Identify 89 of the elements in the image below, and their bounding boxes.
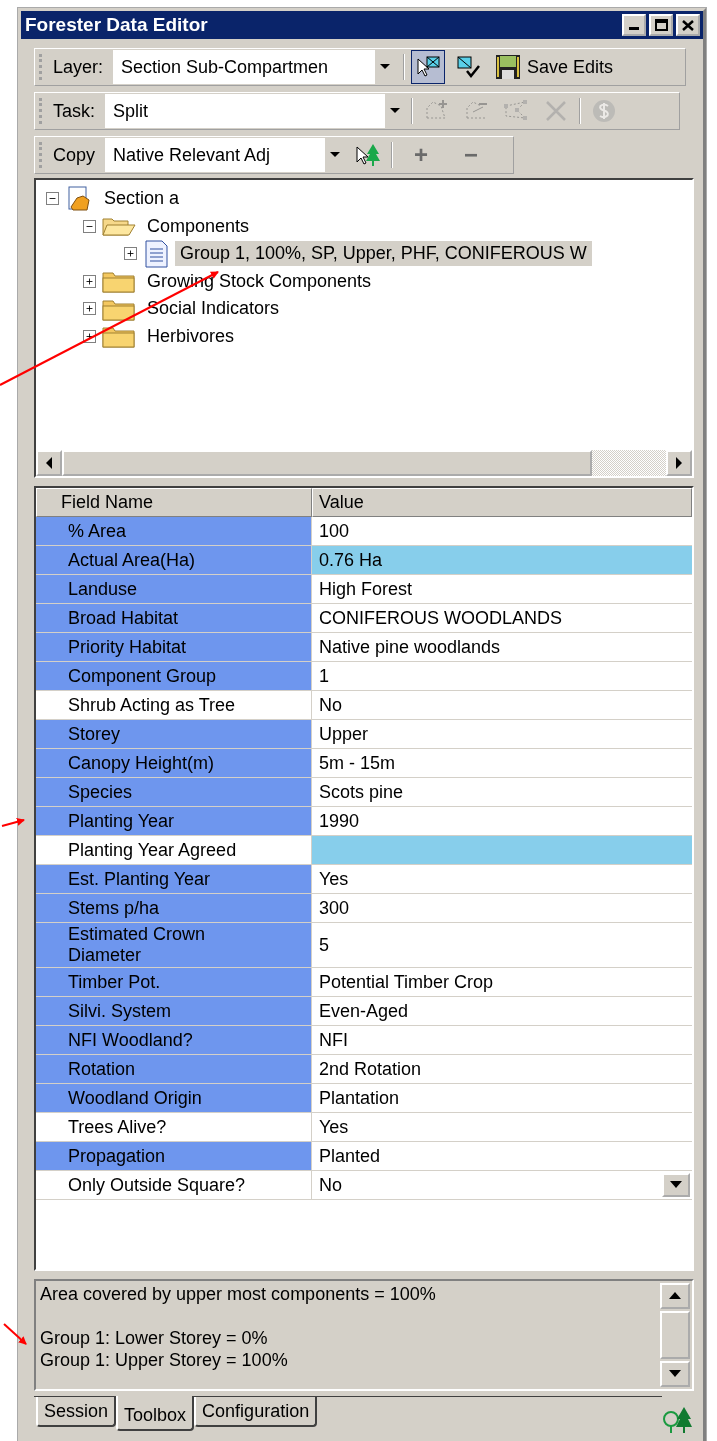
value-cell[interactable]: NFI bbox=[312, 1026, 692, 1054]
value-cell[interactable]: CONIFEROUS WOODLANDS bbox=[312, 604, 692, 632]
field-name: Estimated Crown Diameter bbox=[68, 924, 207, 966]
value-cell[interactable]: 0.76 Ha bbox=[312, 546, 692, 574]
message-line: Group 1: Upper Storey = 100% bbox=[40, 1349, 289, 1371]
scroll-down-button[interactable] bbox=[660, 1361, 690, 1387]
message-line: Group 1: Lower Storey = 0% bbox=[40, 1327, 269, 1349]
tab[interactable]: Session bbox=[36, 1397, 117, 1427]
expand-icon[interactable] bbox=[83, 274, 96, 288]
window-title: Forester Data Editor bbox=[25, 14, 209, 36]
expand-icon[interactable] bbox=[83, 302, 96, 316]
value-cell[interactable]: Upper bbox=[312, 720, 692, 748]
value-cell[interactable]: 5m - 15m bbox=[312, 749, 692, 777]
up-caret-icon bbox=[669, 1292, 681, 1300]
field-name: Broad Habitat bbox=[68, 607, 179, 629]
caret-icon bbox=[670, 1181, 682, 1189]
value-cell[interactable]: Planted bbox=[312, 1142, 692, 1170]
value-cell[interactable] bbox=[312, 836, 692, 864]
value-cell[interactable]: 1990 bbox=[312, 807, 692, 835]
scroll-up-button[interactable] bbox=[660, 1283, 690, 1309]
expand-icon[interactable] bbox=[124, 247, 137, 261]
close-button[interactable] bbox=[676, 14, 700, 36]
field-name: Species bbox=[68, 781, 133, 803]
scroll-left-button[interactable] bbox=[36, 450, 62, 476]
value-cell[interactable]: High Forest bbox=[312, 575, 692, 603]
field-name: Shrub Acting as Tree bbox=[68, 694, 236, 716]
field-name: Planting Year Agreed bbox=[68, 839, 237, 861]
scrollbar-thumb[interactable] bbox=[660, 1311, 690, 1359]
field-name: Silvi. System bbox=[68, 1000, 172, 1022]
tree-item[interactable]: Group 1, 100%, SP, Upper, PHF, CONIFEROUS W bbox=[175, 241, 592, 267]
value-text: No bbox=[319, 1174, 342, 1196]
left-caret-icon bbox=[45, 457, 53, 469]
minimize-button[interactable] bbox=[622, 14, 646, 36]
field-name: Only Outside Square? bbox=[68, 1174, 246, 1196]
field-name: Woodland Origin bbox=[68, 1087, 202, 1109]
field-name: Canopy Height(m) bbox=[68, 752, 215, 774]
annotation-arrow bbox=[1, 818, 25, 827]
value-cell[interactable]: 300 bbox=[312, 894, 692, 922]
tab[interactable]: Toolbox bbox=[116, 1396, 195, 1431]
field-name: Stems p/ha bbox=[68, 897, 160, 919]
tree-item[interactable]: Herbivores bbox=[142, 323, 240, 349]
value-cell[interactable]: 5 bbox=[312, 923, 692, 967]
value-cell[interactable]: Native pine woodlands bbox=[312, 633, 692, 661]
value-cell[interactable]: Scots pine bbox=[312, 778, 692, 806]
maximize-button[interactable] bbox=[649, 14, 673, 36]
value-cell[interactable]: Yes bbox=[312, 865, 692, 893]
field-name: NFI Woodland? bbox=[68, 1029, 193, 1051]
field-name: Planting Year bbox=[68, 810, 175, 832]
tab[interactable]: Configuration bbox=[194, 1397, 318, 1427]
tree-item[interactable]: Section a bbox=[99, 186, 185, 212]
maximize-icon bbox=[654, 19, 668, 31]
value-cell[interactable]: Even-Aged bbox=[312, 997, 692, 1025]
value-cell[interactable]: Potential Timber Crop bbox=[312, 968, 692, 996]
field-name: Rotation bbox=[68, 1058, 136, 1080]
down-caret-icon bbox=[669, 1370, 681, 1378]
field-name: Component Group bbox=[68, 665, 217, 687]
value-cell[interactable]: Yes bbox=[312, 1113, 692, 1141]
value-dropdown[interactable]: No bbox=[312, 1171, 692, 1199]
column-header[interactable]: Field Name bbox=[36, 488, 312, 517]
right-caret-icon bbox=[675, 457, 683, 469]
field-name: Trees Alive? bbox=[68, 1116, 167, 1138]
tree-item[interactable]: Components bbox=[142, 213, 255, 239]
message-line: Area covered by upper most components = 100% bbox=[40, 1283, 437, 1305]
field-name: Priority Habitat bbox=[68, 636, 187, 658]
value-cell[interactable]: No bbox=[312, 691, 692, 719]
close-icon bbox=[682, 19, 694, 31]
collapse-icon[interactable] bbox=[46, 192, 59, 206]
field-name: Actual Area(Ha) bbox=[68, 549, 196, 571]
minimize-icon bbox=[629, 27, 639, 30]
dropdown-button[interactable] bbox=[662, 1173, 690, 1197]
annotation-arrow bbox=[3, 1323, 27, 1345]
document-pencil-icon bbox=[65, 185, 93, 212]
field-name: Timber Pot. bbox=[68, 971, 161, 993]
value-cell[interactable]: Plantation bbox=[312, 1084, 692, 1112]
field-name: Landuse bbox=[68, 578, 138, 600]
value-cell[interactable]: 2nd Rotation bbox=[312, 1055, 692, 1083]
trees-logo-icon bbox=[662, 1405, 694, 1435]
field-name: Storey bbox=[68, 723, 121, 745]
value-cell[interactable]: 1 bbox=[312, 662, 692, 690]
field-name: Est. Planting Year bbox=[68, 868, 211, 890]
field-name: Propagation bbox=[68, 1145, 166, 1167]
expand-icon[interactable] bbox=[83, 329, 96, 343]
column-header[interactable]: Value bbox=[312, 488, 692, 517]
tree-item[interactable]: Social Indicators bbox=[142, 296, 285, 322]
document-icon bbox=[143, 239, 169, 268]
value-cell[interactable]: 100 bbox=[312, 517, 692, 545]
scroll-right-button[interactable] bbox=[666, 450, 692, 476]
field-name: % Area bbox=[68, 520, 127, 542]
collapse-icon[interactable] bbox=[83, 219, 96, 233]
